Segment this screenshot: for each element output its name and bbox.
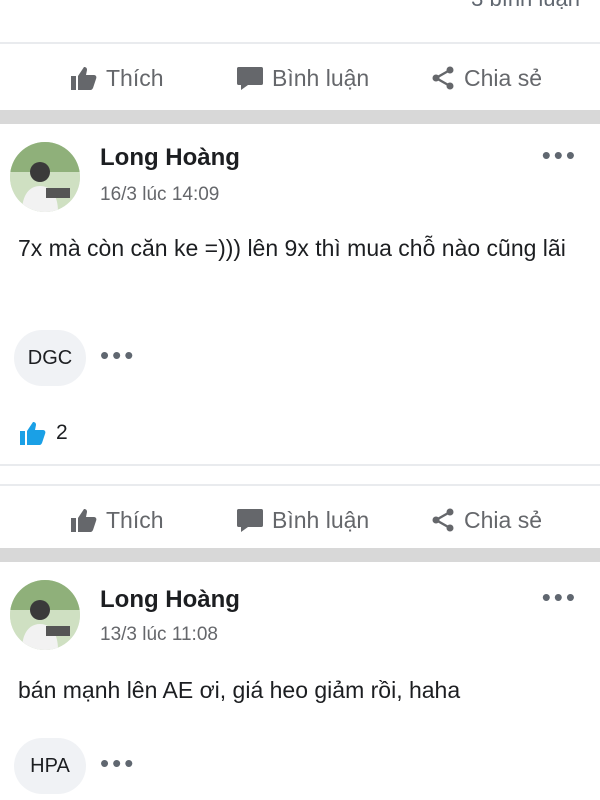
avatar-image bbox=[10, 580, 80, 650]
post-text: 7x mà còn căn ke =))) lên 9x thì mua chỗ… bbox=[18, 235, 566, 261]
comment-label: Bình luận bbox=[272, 506, 370, 533]
more-icon[interactable]: ••• bbox=[542, 140, 578, 171]
thumbs-up-icon bbox=[71, 67, 97, 90]
like-label: Thích bbox=[106, 506, 164, 533]
comment-count[interactable]: 3 bình luận bbox=[471, 0, 580, 12]
share-label: Chia sẻ bbox=[464, 506, 542, 533]
more-icon[interactable]: ••• bbox=[100, 748, 136, 779]
like-summary[interactable]: 2 bbox=[18, 420, 68, 446]
like-count: 2 bbox=[56, 421, 68, 444]
like-button[interactable]: Thích bbox=[70, 490, 164, 550]
like-label: Thích bbox=[106, 64, 164, 91]
share-button[interactable]: Chia sẻ bbox=[430, 490, 542, 550]
comment-icon bbox=[237, 67, 263, 90]
more-icon[interactable]: ••• bbox=[542, 582, 578, 613]
more-icon[interactable]: ••• bbox=[100, 340, 136, 371]
action-bar: Thích Bình luận Chia sẻ bbox=[0, 48, 600, 108]
comment-button[interactable]: Bình luận bbox=[236, 490, 369, 550]
share-button[interactable]: Chia sẻ bbox=[430, 48, 542, 108]
post-timestamp[interactable]: 16/3 lúc 14:09 bbox=[100, 184, 219, 206]
share-icon bbox=[432, 508, 454, 532]
stock-tag[interactable]: DGC bbox=[14, 330, 86, 386]
thumbs-up-icon bbox=[71, 509, 97, 532]
post-text: bán mạnh lên AE ơi, giá heo giảm rồi, ha… bbox=[18, 677, 461, 703]
comment-icon bbox=[237, 509, 263, 532]
stock-tag[interactable]: HPA bbox=[14, 738, 86, 794]
post-timestamp[interactable]: 13/3 lúc 11:08 bbox=[100, 624, 218, 646]
post-separator bbox=[0, 110, 600, 124]
author-name[interactable]: Long Hoàng bbox=[100, 144, 240, 172]
divider bbox=[0, 484, 600, 486]
comment-label: Bình luận bbox=[272, 64, 370, 91]
post-separator bbox=[0, 548, 600, 562]
share-label: Chia sẻ bbox=[464, 64, 542, 91]
avatar-image bbox=[10, 142, 80, 212]
avatar[interactable] bbox=[10, 580, 80, 650]
divider bbox=[0, 42, 600, 44]
action-bar: Thích Bình luận Chia sẻ bbox=[0, 490, 600, 550]
like-button[interactable]: Thích bbox=[70, 48, 164, 108]
share-icon bbox=[432, 66, 454, 90]
avatar[interactable] bbox=[10, 142, 80, 212]
author-name[interactable]: Long Hoàng bbox=[100, 586, 240, 614]
comment-button[interactable]: Bình luận bbox=[236, 48, 369, 108]
thumbs-up-icon bbox=[20, 422, 46, 445]
divider bbox=[0, 464, 600, 466]
